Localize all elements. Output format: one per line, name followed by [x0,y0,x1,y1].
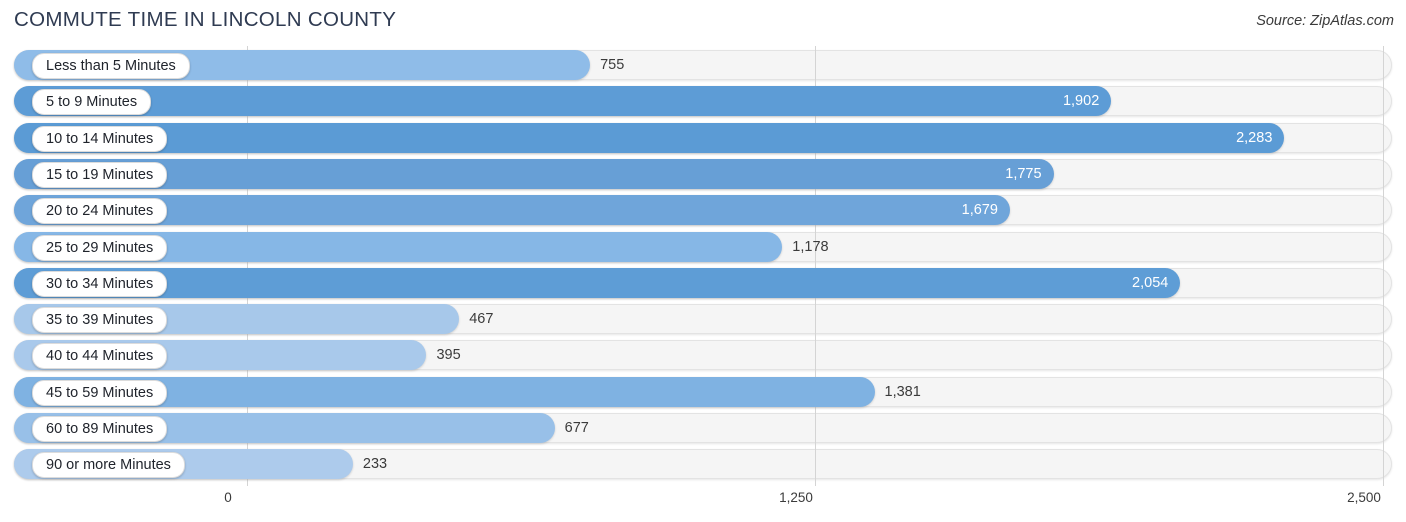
bar[interactable] [14,122,1285,153]
chart-row[interactable]: 1,381 45 to 59 Minutes [14,376,1392,407]
bar[interactable] [14,86,1112,117]
chart-row[interactable]: 395 40 to 44 Minutes [14,340,1392,371]
chart-row[interactable]: 467 35 to 39 Minutes [14,304,1392,335]
chart-row[interactable]: 1,902 5 to 9 Minutes [14,86,1392,117]
bar-value-label: 755 [600,57,625,73]
category-label: 15 to 19 Minutes [32,161,168,188]
category-label: 90 or more Minutes [32,452,185,479]
x-axis-tick-label: 1,250 [779,490,813,505]
chart-row[interactable]: 2,283 10 to 14 Minutes [14,122,1392,153]
category-label: 45 to 59 Minutes [32,379,168,406]
category-label: 40 to 44 Minutes [32,343,168,370]
bar-value-label: 1,679 [961,202,998,219]
chart-row[interactable]: 755 Less than 5 Minutes [14,50,1392,80]
bar-value-label: 1,178 [792,238,829,255]
bar-value-label: 233 [362,456,388,473]
bar-value-label: 677 [564,420,589,436]
chart-row[interactable]: 1,178 25 to 29 Minutes [14,231,1392,262]
x-axis: 0 1,250 2,500 [0,488,1406,522]
bar-value-label: 467 [469,311,494,328]
chart-row[interactable]: 677 60 to 89 Minutes [14,413,1392,443]
chart-row[interactable]: 1,775 15 to 19 Minutes [14,158,1392,189]
bar-value-label: 1,381 [884,383,921,400]
category-label: 60 to 89 Minutes [32,416,168,442]
category-label: 10 to 14 Minutes [32,125,168,152]
bar-value-label: 1,775 [1005,165,1042,182]
x-axis-tick-label: 2,500 [1347,490,1381,505]
category-label: 30 to 34 Minutes [32,270,168,297]
bar-value-label: 1,902 [1062,93,1100,110]
category-label: 25 to 29 Minutes [32,234,168,261]
category-label: 20 to 24 Minutes [32,198,168,225]
category-label: Less than 5 Minutes [32,53,190,79]
category-label: 5 to 9 Minutes [32,89,152,116]
bar[interactable] [14,158,1054,189]
bar-value-label: 2,054 [1132,274,1169,291]
chart-header: COMMUTE TIME IN LINCOLN COUNTY Source: Z… [0,0,1406,44]
bar-value-label: 2,283 [1236,129,1273,146]
page-title: COMMUTE TIME IN LINCOLN COUNTY [14,8,397,31]
bar[interactable] [14,267,1181,298]
bar-value-label: 395 [436,347,461,364]
chart-row[interactable]: 1,679 20 to 24 Minutes [14,195,1392,226]
gridline [1383,46,1384,486]
chart-row[interactable]: 233 90 or more Minutes [14,449,1392,480]
source-attribution: Source: ZipAtlas.com [1256,13,1394,29]
x-axis-tick-label: 0 [224,490,232,505]
chart-row[interactable]: 2,054 30 to 34 Minutes [14,267,1392,298]
category-label: 35 to 39 Minutes [32,307,168,334]
bar-chart-plot-area: 755 Less than 5 Minutes 1,902 5 to 9 Minute… [0,46,1406,486]
